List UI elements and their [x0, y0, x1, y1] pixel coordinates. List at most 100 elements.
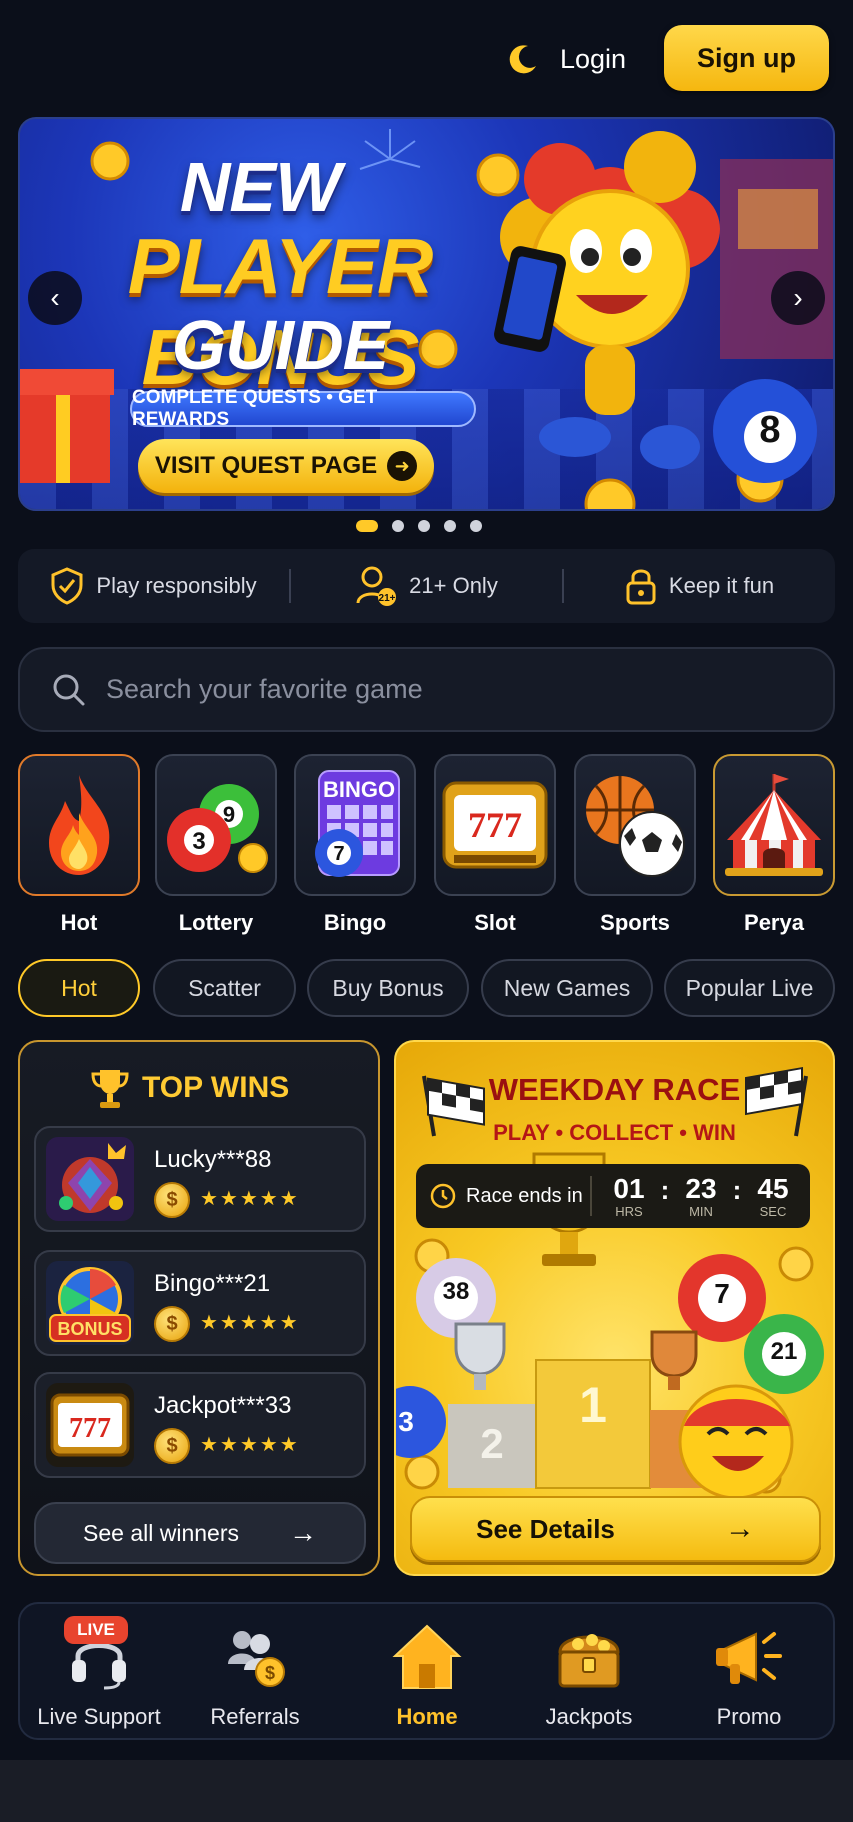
- filter-chip-new-games[interactable]: New Games: [481, 959, 653, 1017]
- see-all-winners-button[interactable]: See all winners →: [34, 1502, 366, 1564]
- visit-quest-button[interactable]: VISIT QUEST PAGE ➜: [138, 439, 434, 493]
- carousel-dot[interactable]: [356, 520, 378, 532]
- arrow-right-icon: →: [724, 1512, 755, 1545]
- signup-button[interactable]: Sign up: [664, 25, 829, 91]
- category-perya[interactable]: Perya: [713, 754, 835, 936]
- race-timer-label: Race ends in: [466, 1184, 583, 1207]
- colon: :: [732, 1174, 742, 1205]
- top-wins-title: TOP WINS: [142, 1071, 290, 1104]
- megaphone-icon: [674, 1620, 824, 1694]
- winner-name: Bingo***21: [154, 1270, 271, 1297]
- fire-icon: [49, 775, 110, 875]
- nav-item-jackpots[interactable]: Jackpots: [514, 1620, 664, 1730]
- bingo-card-text: BINGO: [323, 777, 395, 802]
- nav-label: Referrals: [210, 1704, 300, 1729]
- podium-third: 3: [398, 1406, 414, 1437]
- promo-banner[interactable]: NEW PLAYER BONUS GUIDE 8 COMPLETE QUESTS…: [18, 117, 835, 511]
- banner-title-line3: GUIDE: [171, 306, 390, 384]
- filter-chip-hot[interactable]: Hot: [18, 959, 140, 1017]
- nav-item-referrals[interactable]: $ Referrals: [180, 1620, 330, 1730]
- category-lottery[interactable]: 9 3 Lottery: [155, 754, 277, 936]
- see-details-button[interactable]: See Details →: [410, 1496, 821, 1562]
- coin-icon: $: [154, 1306, 190, 1342]
- headset-icon: LIVE: [24, 1616, 174, 1694]
- search-input[interactable]: Search your favorite game: [18, 647, 835, 732]
- moon-icon[interactable]: [506, 42, 540, 76]
- hours-unit: HRS: [615, 1203, 643, 1219]
- category-tile: 9 3: [155, 754, 277, 896]
- category-label: Bingo: [323, 910, 387, 935]
- star-rating: ★★★★★: [200, 1188, 300, 1210]
- fun-label: Keep it fun: [668, 573, 775, 598]
- minutes-unit: MIN: [689, 1203, 713, 1219]
- winner-name: Lucky***88: [154, 1146, 272, 1173]
- banner-title-line1: NEW: [179, 148, 341, 226]
- carousel-dot[interactable]: [392, 520, 404, 532]
- nav-item-home[interactable]: Home: [352, 1620, 502, 1730]
- filter-chip-buy-bonus[interactable]: Buy Bonus: [307, 959, 469, 1017]
- hours-value: 01: [613, 1172, 645, 1204]
- category-slot[interactable]: 777 Slot: [434, 754, 556, 936]
- lottery-ball-number: 21: [770, 1338, 798, 1365]
- carousel-dot[interactable]: [444, 520, 456, 532]
- home-icon: [352, 1620, 502, 1694]
- live-badge: LIVE: [64, 1616, 128, 1644]
- coin-icon: $: [154, 1428, 190, 1464]
- seconds-value: 45: [757, 1172, 789, 1204]
- banner-subtitle: COMPLETE QUESTS • GET REWARDS: [130, 387, 476, 430]
- star-rating: ★★★★★: [200, 1312, 300, 1334]
- filter-chip-popular-live[interactable]: Popular Live: [664, 959, 835, 1017]
- carnival-tent-icon: [725, 774, 823, 876]
- bottom-navigation: LIVE Live Support $ Referrals Home Jackp…: [18, 1602, 835, 1740]
- category-bingo[interactable]: BINGO 7 Bingo: [294, 754, 416, 936]
- arrow-right-icon: →: [288, 1517, 317, 1548]
- fun-item: Keep it fun: [564, 567, 835, 605]
- top-wins-header: TOP WINS: [90, 1066, 289, 1110]
- category-label: Hot: [60, 910, 98, 935]
- clock-icon: [430, 1183, 456, 1209]
- win-row[interactable]: Lucky***88 $ ★★★★★: [34, 1126, 366, 1232]
- login-link[interactable]: Login: [560, 40, 626, 78]
- carousel-dot[interactable]: [418, 520, 430, 532]
- shield-check-icon: [51, 567, 83, 605]
- nav-item-live-support[interactable]: LIVE Live Support: [24, 1616, 174, 1730]
- responsible-item: Play responsibly: [18, 567, 289, 605]
- category-tile: [18, 754, 140, 896]
- bingo-ball-number: 7: [333, 843, 344, 865]
- carousel-next-button[interactable]: ›: [771, 271, 825, 325]
- carousel-dot[interactable]: [470, 520, 482, 532]
- sports-balls-icon: [586, 776, 685, 877]
- filter-chip-scatter[interactable]: Scatter: [153, 959, 296, 1017]
- weekday-race-panel[interactable]: 38 7 21 1 2 3 WEEKDAY RACE PLAY • COLLEC…: [394, 1040, 835, 1576]
- category-sports[interactable]: Sports: [574, 754, 696, 936]
- chevron-left-icon: ‹: [50, 282, 60, 313]
- win-row[interactable]: BONUS Bingo***21 $ ★★★★★: [34, 1250, 366, 1356]
- referral-users-icon: $: [180, 1620, 330, 1694]
- slot-777-icon: 777: [46, 1383, 134, 1467]
- seconds-unit: SEC: [759, 1203, 787, 1219]
- responsible-gaming-bar: Play responsibly 21+ 21+ Only Keep it fu…: [18, 549, 835, 623]
- nav-item-promo[interactable]: Promo: [674, 1620, 824, 1730]
- responsible-label: Play responsibly: [96, 573, 257, 598]
- treasure-chest-icon: [514, 1620, 664, 1694]
- lottery-ball-a: 3: [192, 828, 205, 855]
- search-placeholder: Search your favorite game: [106, 674, 423, 704]
- divider: [590, 1176, 592, 1216]
- race-countdown: Race ends in 01 HRS : 23 MIN : 45 SEC: [416, 1164, 810, 1228]
- category-tile: [574, 754, 696, 896]
- search-icon: [53, 674, 85, 705]
- carousel-dots: [356, 520, 482, 532]
- win-row[interactable]: 777 Jackpot***33 $ ★★★★★: [34, 1372, 366, 1478]
- svg-text:$: $: [265, 1663, 275, 1683]
- category-tile: [713, 754, 835, 896]
- colon: :: [660, 1174, 670, 1205]
- visit-quest-label: VISIT QUEST PAGE: [154, 452, 378, 479]
- category-hot[interactable]: Hot: [18, 754, 140, 936]
- bonus-thumb-text: BONUS: [57, 1319, 122, 1339]
- carousel-prev-button[interactable]: ‹: [28, 271, 82, 325]
- see-all-winners-label: See all winners: [83, 1519, 239, 1546]
- minutes-value: 23: [685, 1172, 717, 1204]
- gem-crown-icon: [46, 1137, 134, 1221]
- nav-label: Home: [396, 1704, 458, 1729]
- race-title: WEEKDAY RACE: [488, 1072, 741, 1107]
